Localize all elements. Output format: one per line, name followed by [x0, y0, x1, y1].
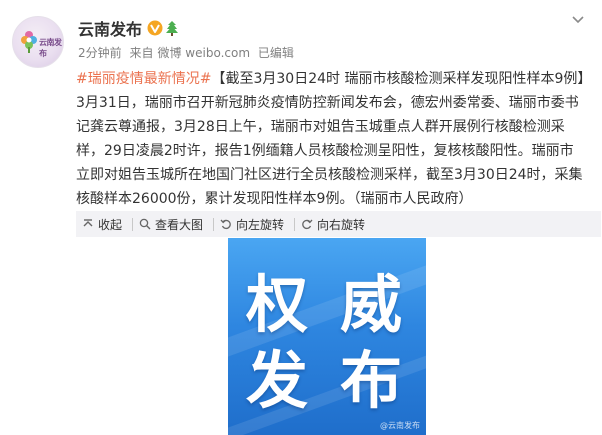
post-meta: 2分钟前 来自 微博 weibo.com 已编辑	[78, 44, 298, 61]
poster-char-3: 发	[246, 344, 309, 417]
verified-v-icon[interactable]	[147, 20, 163, 36]
post-time[interactable]: 2分钟前	[78, 46, 122, 60]
view-large-label: 查看大图	[155, 217, 204, 232]
rotate-left-label: 向左旋转	[236, 217, 285, 232]
poster-char-4: 布	[340, 344, 403, 417]
image-watermark: @云南发布	[380, 421, 420, 430]
magnifier-icon	[139, 218, 151, 230]
rotate-left-button[interactable]: 向左旋转	[214, 211, 294, 237]
collapse-label: 收起	[98, 217, 123, 232]
collapse-button[interactable]: 收起	[76, 211, 132, 237]
image-toolbar: 收起 查看大图 向左旋转 向右旋转	[76, 211, 601, 237]
poster-char-2: 威	[340, 268, 403, 341]
rotate-left-icon	[220, 219, 231, 230]
rotate-right-label: 向右旋转	[317, 217, 366, 232]
source-prefix: 来自	[129, 46, 154, 60]
author-name[interactable]: 云南发布	[78, 16, 142, 40]
chevron-down-icon[interactable]	[570, 14, 586, 26]
avatar-label: 云南发布	[39, 38, 62, 58]
weibo-post: 云南发布 云南发布 2分钟前 来自 微博 weibo.com 已编辑 #瑞丽疫情最…	[0, 0, 602, 435]
post-body: 【截至3月30日24时 瑞丽市核酸检测采样发现阳性样本9例】3月31日，瑞丽市召…	[76, 71, 585, 207]
flower-logo-icon	[21, 31, 37, 53]
rotate-right-button[interactable]: 向右旋转	[295, 211, 375, 237]
collapse-icon	[83, 219, 93, 227]
post-image[interactable]: 权 威 发 布 @云南发布	[228, 238, 426, 435]
view-large-button[interactable]: 查看大图	[133, 211, 213, 237]
post-text: #瑞丽疫情最新情况#【截至3月30日24时 瑞丽市核酸检测采样发现阳性样本9例】…	[76, 67, 586, 211]
topic-link[interactable]: #瑞丽疫情最新情况#	[76, 71, 211, 87]
poster-char-1: 权	[246, 268, 309, 341]
rotate-right-icon	[302, 219, 313, 230]
edited-label[interactable]: 已编辑	[258, 46, 294, 60]
author-row: 云南发布	[78, 17, 179, 39]
avatar[interactable]: 云南发布	[12, 16, 64, 68]
post-source[interactable]: 微博 weibo.com	[157, 46, 250, 60]
government-badge-icon[interactable]	[165, 20, 179, 36]
